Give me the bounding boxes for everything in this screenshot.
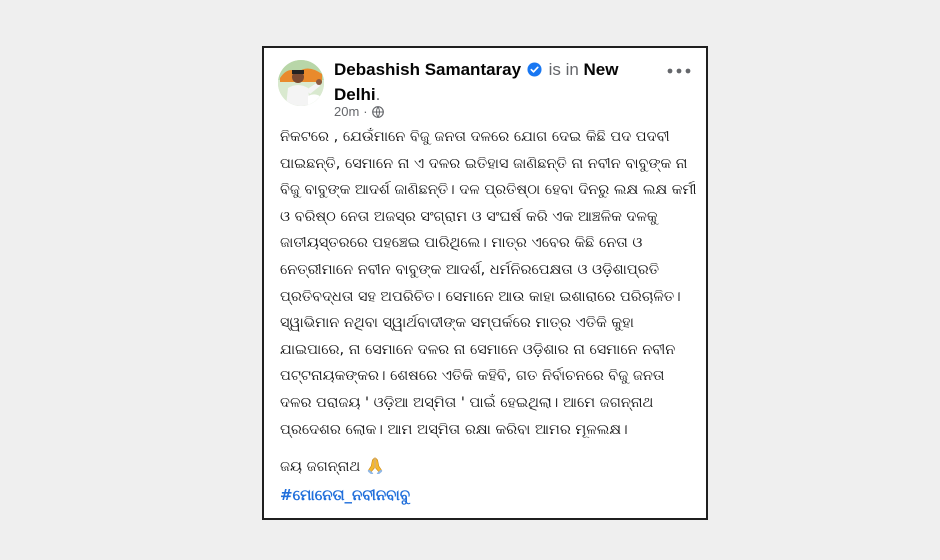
post-header: Debashish Samantaray is in New Delhi.: [334, 58, 624, 106]
more-options-icon: [667, 68, 691, 74]
folded-hands-icon: [366, 456, 384, 481]
meta-separator: ·: [363, 104, 368, 119]
avatar-image: [278, 60, 324, 106]
location-suffix: .: [375, 85, 381, 104]
sign-off-text: ଜୟ ଜଗନ୍ନାଥ: [280, 459, 361, 475]
post-sign-off: ଜୟ ଜଗନ୍ନାଥ: [280, 456, 384, 481]
facebook-post-card: Debashish Samantaray is in New Delhi. 20…: [262, 46, 708, 520]
globe-icon[interactable]: [371, 106, 384, 122]
verified-badge-icon: [527, 60, 542, 83]
post-text: ନିକଟରେ , ଯେଉଁମାନେ ବିଜୁ ଜନତା ଦଳରେ ଯୋଗ ଦେଇ…: [280, 124, 698, 443]
more-options-button[interactable]: [664, 62, 694, 80]
author-avatar[interactable]: [278, 60, 324, 106]
post-meta: 20m ·: [334, 104, 384, 122]
post-timestamp[interactable]: 20m: [334, 104, 359, 119]
hashtag-link[interactable]: #ମୋନେତା_ନବୀନବାବୁ: [280, 484, 410, 506]
location-connector: is in: [548, 60, 579, 79]
post-body-text: ନିକଟରେ , ଯେଉଁମାନେ ବିଜୁ ଜନତା ଦଳରେ ଯୋଗ ଦେଇ…: [280, 129, 697, 438]
author-name[interactable]: Debashish Samantaray: [334, 60, 521, 79]
